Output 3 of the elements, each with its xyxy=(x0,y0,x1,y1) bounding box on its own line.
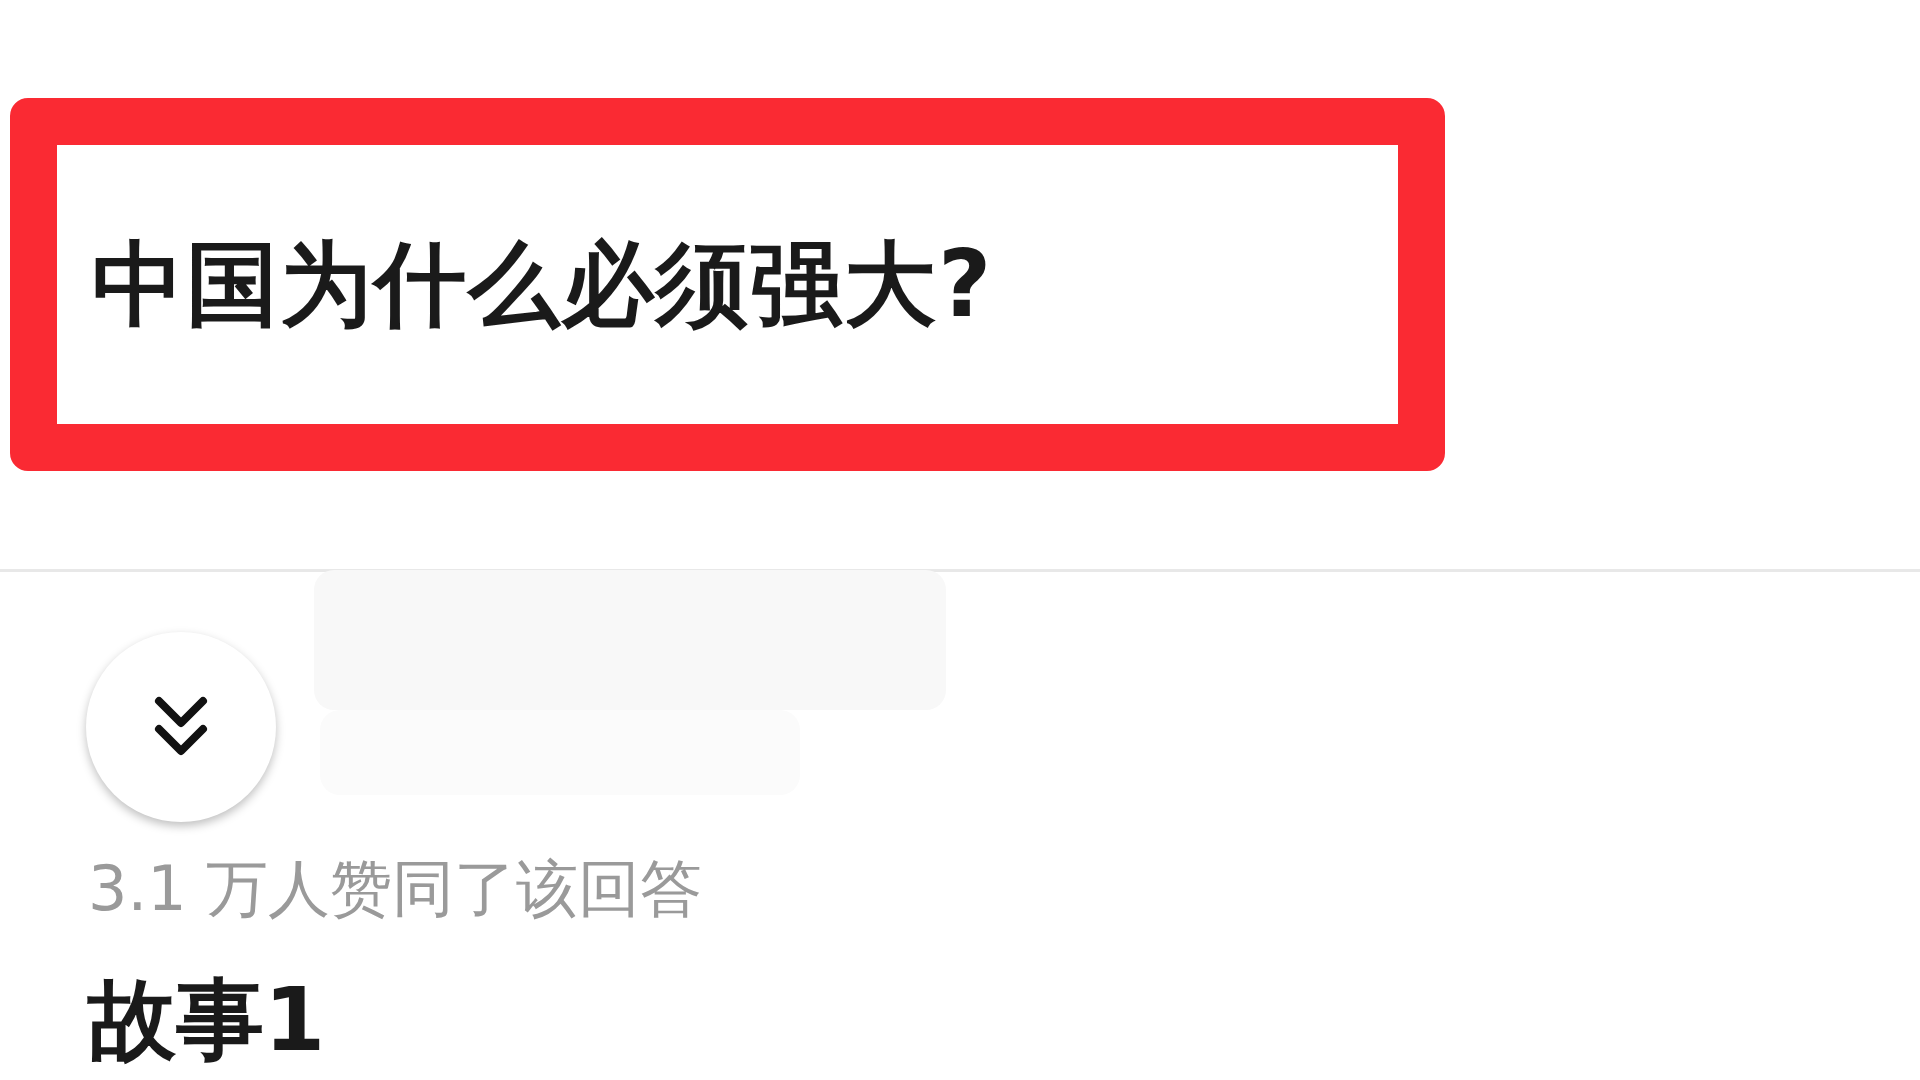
answer-heading: 故事1 xyxy=(86,967,327,1073)
question-title: 中国为什么必须强大? xyxy=(92,229,994,340)
vote-count: 3.1 万人赞同了该回答 xyxy=(87,851,704,927)
